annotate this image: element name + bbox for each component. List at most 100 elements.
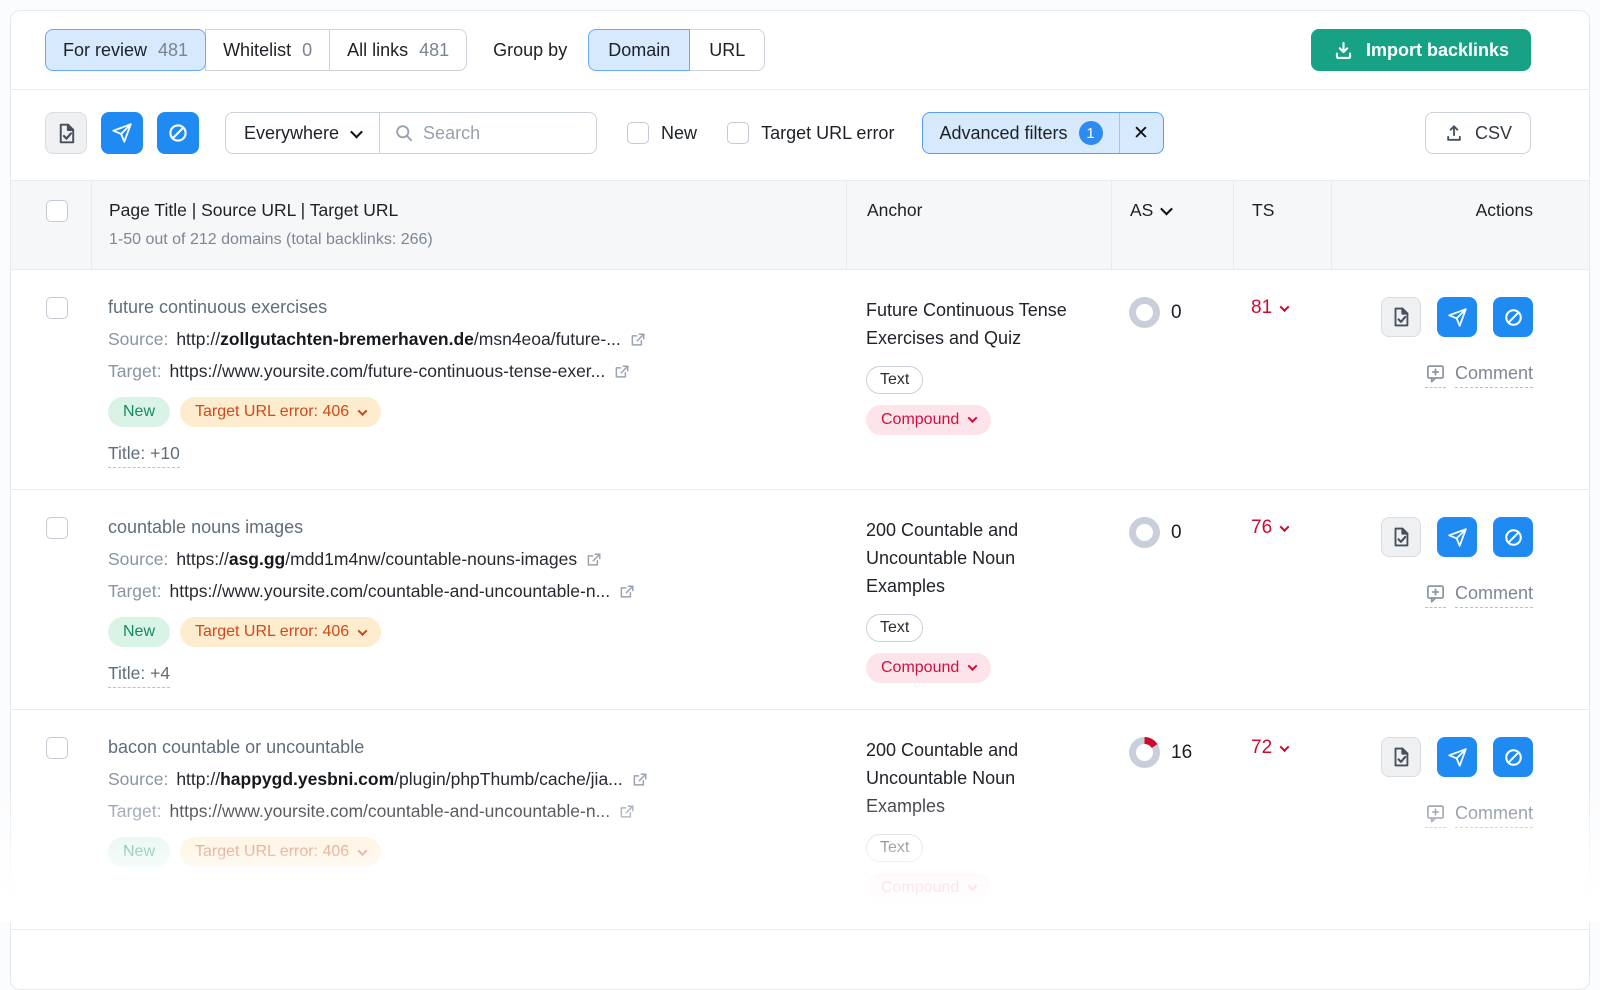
filter-new-checkbox[interactable]: New xyxy=(627,122,697,144)
source-url-line: Source: https://asg.gg/mdd1m4nw/countabl… xyxy=(108,549,816,570)
anchor-compound-badge[interactable]: Compound xyxy=(866,653,991,683)
page-title-link[interactable]: future continuous exercises xyxy=(108,297,816,318)
disavow-button[interactable] xyxy=(157,112,199,154)
disavow-button[interactable] xyxy=(1493,297,1533,337)
clear-filters-button[interactable]: ✕ xyxy=(1119,113,1163,153)
tab-count: 481 xyxy=(158,40,188,61)
import-backlinks-button[interactable]: Import backlinks xyxy=(1311,29,1531,71)
row-checkbox[interactable] xyxy=(46,297,68,319)
external-link-icon[interactable] xyxy=(585,551,603,569)
source-label: Source: xyxy=(108,549,168,570)
target-url-link[interactable]: https://www.yoursite.com/countable-and-u… xyxy=(170,581,611,602)
target-url-link[interactable]: https://www.yoursite.com/countable-and-u… xyxy=(170,801,611,822)
row-checkbox-cell xyxy=(11,270,91,489)
filter-new-label: New xyxy=(661,123,697,144)
title-more-link[interactable]: Title: +10 xyxy=(108,443,180,468)
target-label: Target: xyxy=(108,581,162,602)
header-anchor: Anchor xyxy=(867,200,922,220)
chevron-down-icon xyxy=(1280,522,1290,532)
send-to-whitelist-button[interactable] xyxy=(1437,297,1477,337)
search-box xyxy=(380,123,596,144)
source-url-link[interactable]: https://asg.gg/mdd1m4nw/countable-nouns-… xyxy=(176,549,577,570)
title-more-link[interactable]: Title: +4 xyxy=(108,663,170,688)
header-as-cell: AS xyxy=(1111,181,1233,269)
paper-plane-icon xyxy=(1447,527,1468,548)
tab-all-links[interactable]: All links 481 xyxy=(329,29,467,71)
group-by-domain[interactable]: Domain xyxy=(588,29,690,71)
ts-score[interactable]: 76 xyxy=(1251,517,1331,539)
ts-score[interactable]: 72 xyxy=(1251,737,1331,759)
row-main-cell: future continuous exercises Source: http… xyxy=(91,270,846,489)
send-to-whitelist-button[interactable] xyxy=(101,112,143,154)
comment-label: Comment xyxy=(1455,583,1533,608)
external-link-icon[interactable] xyxy=(618,803,636,821)
tab-whitelist[interactable]: Whitelist 0 xyxy=(205,29,330,71)
add-comment-button[interactable]: Comment xyxy=(1425,363,1533,388)
add-comment-button[interactable]: Comment xyxy=(1425,583,1533,608)
filter-target-error-checkbox[interactable]: Target URL error xyxy=(727,122,894,144)
anchor-compound-badge[interactable]: Compound xyxy=(866,405,991,435)
download-tray-icon xyxy=(1333,40,1354,61)
checkbox[interactable] xyxy=(627,122,649,144)
target-error-badge[interactable]: Target URL error: 406 xyxy=(180,397,381,427)
comment-plus-icon xyxy=(1425,803,1446,828)
new-badge: New xyxy=(108,617,170,647)
group-by-url[interactable]: URL xyxy=(689,29,765,71)
anchor-type-text-badge: Text xyxy=(866,614,923,642)
external-link-icon[interactable] xyxy=(618,583,636,601)
anchor-text: 200 Countable and Uncountable Noun Examp… xyxy=(866,737,1097,821)
status-badges: New Target URL error: 406 xyxy=(108,837,816,867)
anchor-text: Future Continuous Tense Exercises and Qu… xyxy=(866,297,1097,353)
row-main-cell: countable nouns images Source: https://a… xyxy=(91,490,846,709)
paper-plane-icon xyxy=(111,122,133,144)
disavow-button[interactable] xyxy=(1493,737,1533,777)
move-to-review-button[interactable] xyxy=(45,112,87,154)
header-title-cell: Page Title | Source URL | Target URL 1-5… xyxy=(91,181,846,269)
external-link-icon[interactable] xyxy=(631,771,649,789)
chevron-down-icon xyxy=(358,406,368,416)
new-badge: New xyxy=(108,837,170,867)
row-checkbox[interactable] xyxy=(46,737,68,759)
send-to-whitelist-button[interactable] xyxy=(1437,517,1477,557)
row-checkbox[interactable] xyxy=(46,517,68,539)
search-input[interactable] xyxy=(423,123,573,144)
upload-tray-icon xyxy=(1444,123,1464,143)
send-to-whitelist-button[interactable] xyxy=(1437,737,1477,777)
move-to-review-button[interactable] xyxy=(1381,297,1421,337)
source-url-link[interactable]: http://happygd.yesbni.com/plugin/phpThum… xyxy=(176,769,622,790)
search-scope-select[interactable]: Everywhere xyxy=(226,113,380,153)
header-title: Page Title | Source URL | Target URL xyxy=(109,200,816,221)
external-link-icon[interactable] xyxy=(613,363,631,381)
ts-score[interactable]: 81 xyxy=(1251,297,1331,319)
page-title-link[interactable]: countable nouns images xyxy=(108,517,816,538)
select-all-checkbox[interactable] xyxy=(46,200,68,222)
block-icon xyxy=(1503,527,1524,548)
anchor-compound-badge[interactable]: Compound xyxy=(866,873,991,903)
source-url-link[interactable]: http://zollgutachten-bremerhaven.de/msn4… xyxy=(176,329,620,350)
external-link-icon[interactable] xyxy=(629,331,647,349)
ts-score-value: 72 xyxy=(1251,737,1272,759)
as-cell: 0 xyxy=(1111,270,1233,489)
move-to-review-button[interactable] xyxy=(1381,737,1421,777)
target-error-badge[interactable]: Target URL error: 406 xyxy=(180,617,381,647)
checkbox[interactable] xyxy=(727,122,749,144)
move-to-review-button[interactable] xyxy=(1381,517,1421,557)
disavow-button[interactable] xyxy=(1493,517,1533,557)
sort-by-as[interactable]: AS xyxy=(1130,200,1171,221)
page-title-link[interactable]: bacon countable or uncountable xyxy=(108,737,816,758)
export-csv-button[interactable]: CSV xyxy=(1425,112,1531,154)
ts-cell: 81 xyxy=(1233,270,1331,489)
top-toolbar: For review 481 Whitelist 0 All links 481… xyxy=(11,11,1589,90)
tab-for-review[interactable]: For review 481 xyxy=(45,29,206,71)
target-url-line: Target: https://www.yoursite.com/countab… xyxy=(108,581,816,602)
table-row: countable nouns images Source: https://a… xyxy=(11,490,1589,710)
add-comment-button[interactable]: Comment xyxy=(1425,803,1533,828)
tab-label: For review xyxy=(63,40,147,61)
target-url-link[interactable]: https://www.yoursite.com/future-continuo… xyxy=(170,361,606,382)
paper-plane-icon xyxy=(1447,747,1468,768)
chevron-down-icon xyxy=(968,881,978,891)
target-error-badge[interactable]: Target URL error: 406 xyxy=(180,837,381,867)
advanced-filters-button[interactable]: Advanced filters 1 ✕ xyxy=(922,112,1163,154)
chevron-down-icon xyxy=(358,846,368,856)
advanced-filters-label: Advanced filters xyxy=(939,123,1067,144)
